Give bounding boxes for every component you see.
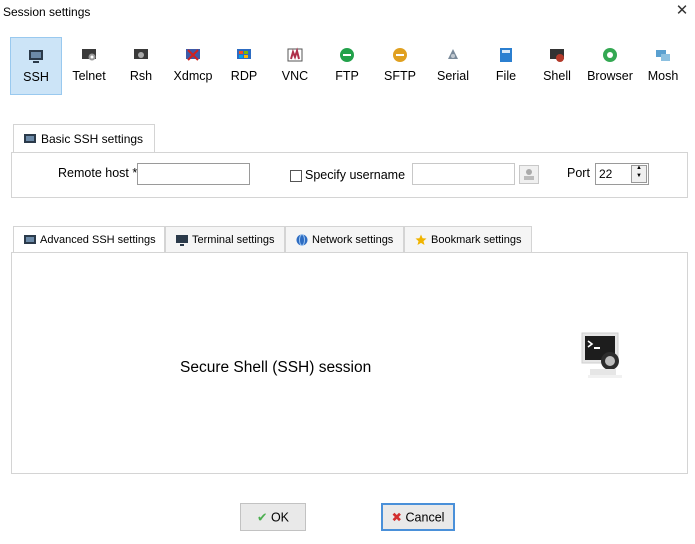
settings-panel: Secure Shell (SSH) session [11,252,688,474]
protocol-label: Serial [437,69,469,83]
protocol-mosh[interactable]: Mosh [640,37,686,95]
protocol-rdp[interactable]: RDP [222,37,266,95]
tab-label: Terminal settings [192,234,275,246]
tab-label: Advanced SSH settings [40,234,156,246]
ok-button[interactable]: ✔ OK [240,503,306,531]
checkmark-icon: ✔ [256,510,268,525]
shell-icon [550,49,564,62]
monitor-icon [176,235,188,246]
protocol-ftp[interactable]: FTP [324,37,370,95]
protocol-label: VNC [281,69,309,83]
xdmcp-icon [186,49,200,61]
rdp-icon [237,49,251,59]
tab-basic-ssh-settings[interactable]: Basic SSH settings [13,124,155,152]
basic-settings-panel: Remote host * Specify username Port 22 ▲… [11,152,688,198]
file-icon [500,48,512,62]
protocol-ssh[interactable]: SSH [10,37,62,95]
protocol-serial[interactable]: Serial [428,37,478,95]
protocol-browser[interactable]: Browser [584,37,636,95]
protocol-label: File [495,69,517,83]
vnc-icon [287,47,303,62]
spinner-up-icon[interactable]: ▲ [632,165,646,171]
tab-label: Bookmark settings [431,234,522,246]
protocol-sftp[interactable]: SFTP [376,37,424,95]
protocol-label: Shell [543,69,571,83]
window-title: Session settings [3,5,91,19]
protocol-label: Xdmcp [173,69,213,83]
user-icon [524,169,534,180]
protocol-label: FTP [335,69,359,83]
protocol-shell[interactable]: Shell [534,37,580,95]
title-bar: Session settings ✕ [0,0,695,24]
protocol-xdmcp[interactable]: Xdmcp [168,37,218,95]
cross-icon: ✖ [391,510,403,525]
mosh-icon [656,50,670,61]
remote-host-input[interactable] [137,163,250,185]
globe-icon [296,234,308,246]
protocol-rsh[interactable]: Rsh [118,37,164,95]
serial-icon [448,49,458,59]
spinner-down-icon[interactable]: ▼ [632,173,646,179]
terminal-icon [24,133,36,143]
tab-advanced-ssh-settings[interactable]: Advanced SSH settings [13,226,165,253]
tab-terminal-settings[interactable]: Terminal settings [165,226,285,253]
ok-label: ✔ OK [241,510,305,525]
star-icon [415,234,427,245]
sftp-icon [393,48,407,62]
telnet-icon [82,49,96,61]
terminal-icon [24,235,36,244]
protocol-toolbar: SSH Telnet Rsh Xdmcp RDP VNC FTP SFTP Se… [10,37,690,95]
close-button[interactable]: ✕ [673,2,691,20]
protocol-label: SSH [23,70,49,84]
port-spinner[interactable]: ▲ ▼ [631,165,647,183]
port-input[interactable]: 22 ▲ ▼ [595,163,649,185]
tab-network-settings[interactable]: Network settings [285,226,404,253]
protocol-label: SFTP [384,69,416,83]
cancel-button[interactable]: ✖ Cancel [381,503,455,531]
tab-bookmark-settings[interactable]: Bookmark settings [404,226,532,253]
specify-username-checkbox[interactable] [290,170,302,182]
browser-icon [603,48,617,62]
specify-username-label[interactable]: Specify username [305,168,405,182]
ssh-icon [29,50,43,63]
cancel-text: Cancel [405,510,445,525]
remote-host-label: Remote host * [58,166,138,180]
protocol-telnet[interactable]: Telnet [64,37,114,95]
protocol-label: RDP [230,69,258,83]
ssh-session-illustration-icon [581,332,622,378]
user-picker-button[interactable] [519,165,539,184]
port-value: 22 [599,167,613,181]
session-description: Secure Shell (SSH) session [180,359,372,376]
ok-text: OK [270,510,290,525]
ftp-icon [340,48,354,62]
protocol-file[interactable]: File [484,37,528,95]
rsh-icon [134,49,148,59]
protocol-label: Rsh [129,69,153,83]
protocol-label: Telnet [72,69,106,83]
protocol-vnc[interactable]: VNC [272,37,318,95]
protocol-label: Mosh [647,69,679,83]
username-input[interactable] [412,163,515,185]
port-label: Port [567,166,590,180]
cancel-label: ✖ Cancel [383,510,453,525]
tab-label: Network settings [312,234,394,246]
tab-label: Basic SSH settings [41,131,144,146]
protocol-label: Browser [587,69,633,83]
